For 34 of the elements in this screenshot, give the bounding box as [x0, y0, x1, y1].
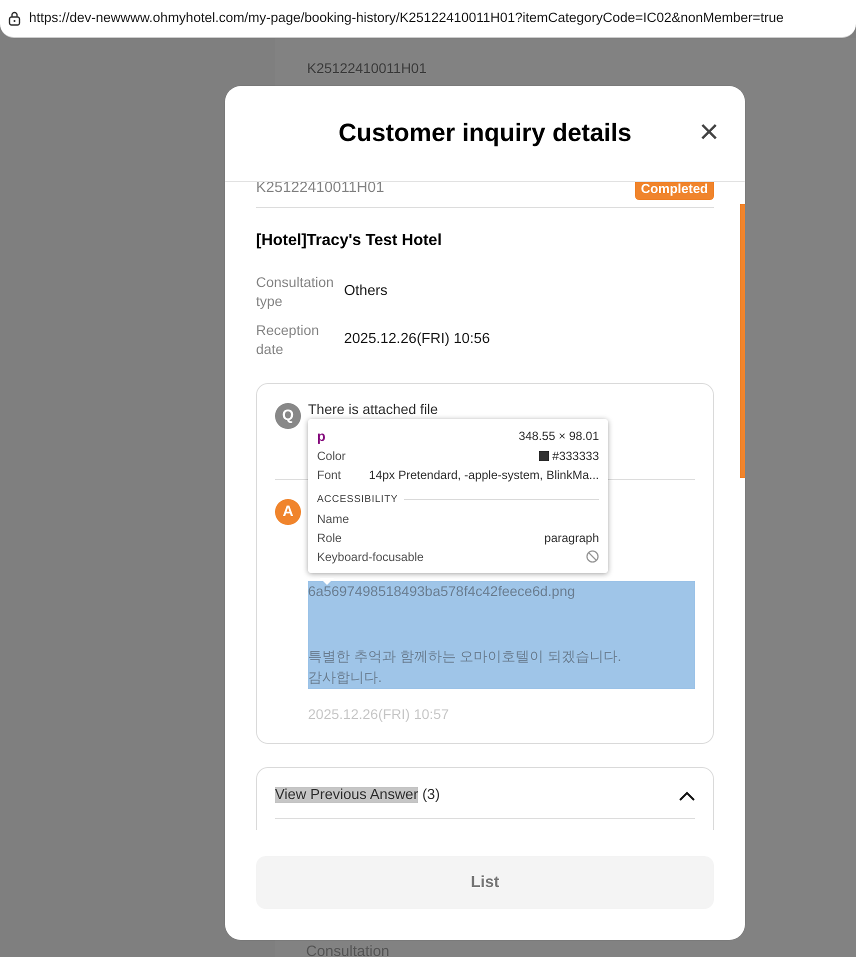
property-value: #333333	[552, 448, 599, 464]
element-tag: p	[317, 426, 326, 446]
tooltip-pointer	[320, 578, 334, 585]
question-text: There is attached file	[308, 401, 438, 417]
status-badge: Completed	[634, 182, 714, 200]
hotel-name: [Hotel]Tracy's Test Hotel	[256, 231, 443, 251]
answer-badge: A	[275, 499, 301, 525]
background-booking-number: K25122410011H01	[307, 59, 427, 78]
property-label: Color	[317, 448, 346, 464]
answer-text: 6a5697498518493ba578f4c42feece6d.png 특별한 추억과 함께하는 오마이호텔이 되겠습니다. 감사합니다.	[308, 581, 695, 688]
lock-icon	[8, 11, 21, 26]
detail-value: Others	[344, 282, 388, 302]
close-button[interactable]: ×	[697, 120, 721, 144]
modal-title: Customer inquiry details	[338, 118, 632, 149]
property-label: Keyboard-focusable	[317, 548, 424, 566]
question-badge: Q	[275, 403, 301, 429]
detail-label: Reception date	[256, 321, 320, 359]
property-value: 14px Pretendard, -apple-system, BlinkMa...	[368, 466, 599, 484]
detail-value: 2025.12.26(FRI) 10:56	[344, 330, 490, 350]
scrollbar-thumb[interactable]	[740, 204, 745, 478]
blocked-icon	[586, 550, 599, 563]
list-button[interactable]: List	[256, 856, 714, 909]
property-label: Role	[317, 530, 342, 546]
address-bar[interactable]: https://dev-newwww.ohmyhotel.com/my-page/booking-history/K25122410011H01?itemCategoryCode=IC02&nonMember=true	[0, 0, 856, 38]
element-size: 348.55 × 98.01	[518, 428, 599, 445]
property-label: Name	[317, 510, 350, 528]
property-value: paragraph	[544, 530, 599, 546]
reservation-number: K25122410011H01	[256, 182, 384, 198]
color-swatch	[539, 450, 550, 460]
detail-label: Consultation type	[256, 273, 335, 311]
url-text: https://dev-newwww.ohmyhotel.com/my-page/booking-history/K25122410011H01?itemCategoryCode=IC02&nonMember=true	[29, 9, 784, 28]
previous-answer-toggle[interactable]: View Previous Answer (3)	[275, 784, 695, 808]
section-title: ACCESSIBILITY	[317, 493, 398, 507]
property-label: Font	[317, 466, 342, 484]
